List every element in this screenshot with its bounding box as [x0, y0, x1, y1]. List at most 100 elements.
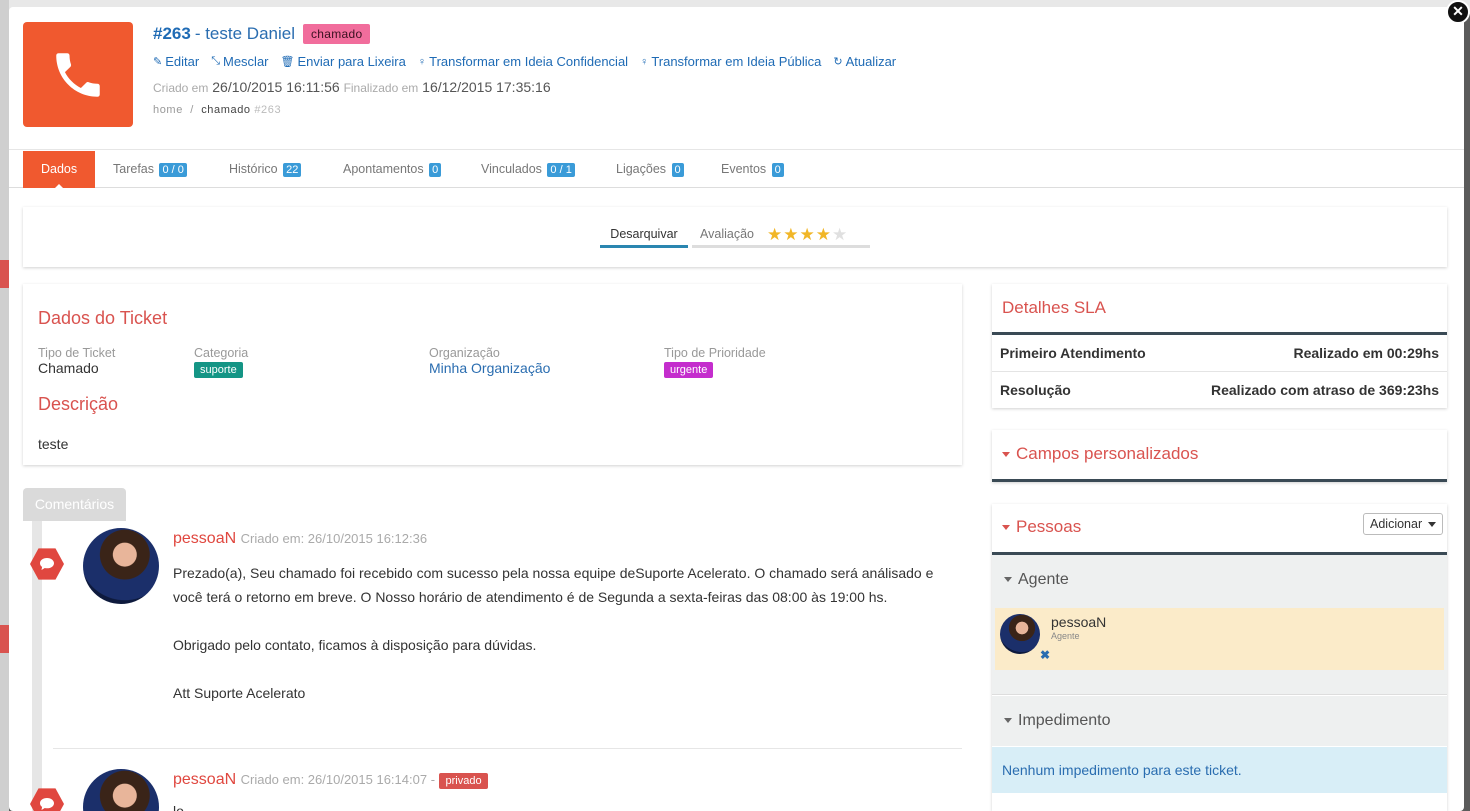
- priority-badge: urgente: [664, 362, 714, 378]
- finished-value: 16/12/2015 17:35:16: [422, 79, 551, 95]
- ticket-tabs: Dados Tarefas 0 / 0 Histórico 22 Apontam…: [9, 149, 1464, 189]
- pencil-icon: ✎: [153, 56, 163, 68]
- sla-row-label: Primeiro Atendimento: [1000, 345, 1146, 361]
- tab-ligacoes[interactable]: Ligações 0: [616, 151, 684, 188]
- status-panel: Desarquivar Avaliação ★★★★★: [23, 207, 1447, 267]
- breadcrumb-id: #263: [254, 104, 282, 116]
- breadcrumb-current: chamado: [201, 104, 251, 116]
- sla-row-resolution: Resolução Realizado com atraso de 369:23…: [992, 371, 1447, 407]
- field-organization: Organização Minha Organização: [429, 346, 550, 376]
- avatar: [83, 528, 159, 604]
- tab-ligacoes-label: Ligações: [616, 162, 667, 176]
- comment-line: Obrigado pelo contato, ficamos à disposi…: [173, 637, 537, 653]
- description-title: Descrição: [38, 394, 119, 414]
- ticket-type-badge: chamado: [303, 24, 371, 44]
- send-to-trash-button[interactable]: 🗑 Enviar para Lixeira: [281, 54, 406, 69]
- lightbulb-icon: ♀: [417, 55, 427, 68]
- caret-down-icon: [1002, 525, 1010, 531]
- tab-eventos[interactable]: Eventos 0: [721, 151, 784, 188]
- agent-role: Agente: [1051, 631, 1080, 641]
- breadcrumb-home[interactable]: home: [153, 104, 183, 116]
- star-icon[interactable]: ★: [767, 225, 783, 244]
- idea-public-button[interactable]: ♀ Transformar em Ideia Pública: [640, 54, 821, 69]
- organization-link[interactable]: Minha Organização: [429, 360, 550, 376]
- star-icon[interactable]: ★: [799, 225, 815, 244]
- merge-icon: ⤡: [211, 55, 220, 67]
- tab-vinculados-label: Vinculados: [481, 162, 542, 176]
- comment-author[interactable]: pessoaN: [173, 530, 236, 547]
- refresh-icon: ↻: [833, 56, 843, 68]
- star-icon[interactable]: ★: [783, 225, 799, 244]
- field-priority-label: Tipo de Prioridade: [664, 346, 766, 360]
- ticket-modal: #263 - teste Daniel chamado ✎ Editar ⤡ Mes…: [9, 7, 1464, 811]
- trash-label: Enviar para Lixeira: [297, 54, 406, 69]
- ticket-number: #263: [153, 24, 191, 43]
- idea-confidential-button[interactable]: ♀ Transformar em Ideia Confidencial: [418, 54, 628, 69]
- tab-vinculados-count: 0 / 1: [547, 163, 575, 177]
- idea-confidential-label: Transformar em Ideia Confidencial: [429, 54, 629, 69]
- custom-fields-panel[interactable]: Campos personalizados: [992, 430, 1447, 482]
- sla-panel: Detalhes SLA Primeiro Atendimento Realiz…: [992, 284, 1447, 408]
- custom-fields-header[interactable]: Campos personalizados: [1002, 444, 1198, 464]
- comments-tab[interactable]: Comentários: [23, 488, 126, 521]
- tab-apontamentos-count: 0: [429, 163, 442, 177]
- private-badge: privado: [439, 773, 488, 789]
- custom-fields-title: Campos personalizados: [1016, 444, 1199, 463]
- tab-vinculados[interactable]: Vinculados 0 / 1: [481, 151, 575, 188]
- agent-section-title: Agente: [1018, 571, 1069, 588]
- ticket-dates: Criado em 26/10/2015 16:11:56 Finalizado…: [153, 79, 551, 95]
- edit-label: Editar: [165, 54, 200, 69]
- refresh-button[interactable]: ↻ Atualizar: [833, 54, 896, 69]
- impediment-section-header[interactable]: Impedimento: [992, 696, 1447, 746]
- sla-row-label: Resolução: [1000, 382, 1071, 398]
- field-ticket-type-value: Chamado: [38, 360, 99, 376]
- field-ticket-type: Tipo de Ticket Chamado: [38, 346, 115, 376]
- breadcrumb: home / chamado #263: [153, 104, 281, 116]
- tab-historico[interactable]: Histórico 22: [229, 151, 302, 188]
- people-header[interactable]: Pessoas: [1002, 517, 1081, 537]
- rating-stars[interactable]: ★★★★★: [767, 225, 848, 245]
- tab-ligacoes-count: 0: [671, 163, 684, 177]
- category-badge: suporte: [194, 362, 243, 378]
- tab-apontamentos[interactable]: Apontamentos 0: [343, 151, 442, 188]
- impediment-section-title: Impedimento: [1018, 712, 1111, 729]
- tab-dados[interactable]: Dados: [23, 151, 96, 189]
- sla-title: Detalhes SLA: [1002, 298, 1106, 317]
- people-panel: Pessoas Adicionar Agente pessoaN Agente …: [992, 504, 1447, 811]
- edit-button[interactable]: ✎ Editar: [153, 54, 199, 69]
- trash-icon: 🗑: [280, 56, 295, 68]
- merge-button[interactable]: ⤡ Mesclar: [211, 54, 268, 69]
- close-modal-button[interactable]: ✕: [1446, 0, 1470, 24]
- tab-tarefas-count: 0 / 0: [159, 163, 187, 177]
- tab-tarefas[interactable]: Tarefas 0 / 0: [113, 151, 187, 188]
- comment-header: pessoaN Criado em: 26/10/2015 16:12:36: [173, 530, 427, 548]
- add-person-label: Adicionar: [1370, 517, 1423, 531]
- avatar: [1000, 614, 1040, 654]
- comment-date: Criado em: 26/10/2015 16:12:36: [240, 531, 428, 546]
- impediment-empty-message: Nenhum impedimento para este ticket.: [992, 747, 1447, 793]
- caret-down-icon: [1427, 522, 1436, 528]
- sla-row-value: Realizado em 00:29hs: [1293, 345, 1439, 361]
- ticket-subject: - teste Daniel: [194, 24, 295, 43]
- ticket-data-title: Dados do Ticket: [38, 308, 168, 328]
- comment-line: você terá o retorno em breve. O Nosso ho…: [173, 589, 888, 605]
- comment-header: pessoaN Criado em: 26/10/2015 16:14:07 -…: [173, 771, 488, 789]
- remove-agent-icon[interactable]: ✖: [1040, 648, 1050, 662]
- tab-dados-label: Dados: [41, 162, 78, 176]
- header-actions: ✎ Editar ⤡ Mesclar 🗑 Enviar para Lixeira ♀ T…: [153, 54, 896, 69]
- rating-widget[interactable]: Avaliação ★★★★★: [692, 226, 870, 248]
- field-category-label: Categoria: [194, 346, 249, 360]
- add-person-button[interactable]: Adicionar: [1363, 513, 1443, 535]
- unarchive-button[interactable]: Desarquivar: [600, 226, 688, 248]
- comment-author[interactable]: pessoaN: [173, 771, 236, 788]
- lightbulb-icon: ♀: [640, 55, 649, 68]
- phone-icon: [23, 22, 133, 127]
- caret-down-icon: [1004, 718, 1012, 724]
- breadcrumb-separator: /: [190, 104, 194, 116]
- agent-section-header[interactable]: Agente: [992, 555, 1447, 605]
- comment-line: Att Suporte Acelerato: [173, 685, 306, 701]
- star-icon[interactable]: ★: [816, 225, 832, 244]
- star-empty-icon[interactable]: ★: [832, 225, 848, 244]
- agent-name[interactable]: pessoaN: [1051, 614, 1106, 630]
- caret-down-icon: [1002, 452, 1010, 458]
